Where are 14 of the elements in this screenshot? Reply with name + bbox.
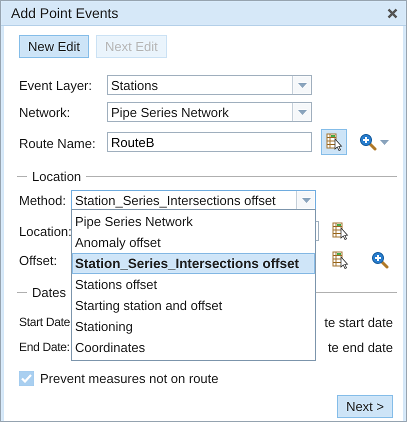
- field-label: Location:: [19, 224, 71, 238]
- section-title: Location: [32, 169, 82, 184]
- field-label: Offset:: [19, 252, 58, 268]
- field-label: Event Layer:: [19, 78, 93, 92]
- field-label: Route Name:: [19, 136, 97, 150]
- checkbox-label: Prevent measures not on route: [40, 371, 218, 386]
- field-label: End Date:: [19, 340, 70, 354]
- option-label: te start date: [324, 314, 393, 330]
- field-label: Method:: [19, 192, 67, 208]
- field-label: Network:: [19, 104, 72, 120]
- window-title: Add Point Events: [11, 5, 118, 21]
- section-title: Dates: [32, 285, 66, 300]
- field-label: Start Date: [19, 315, 70, 329]
- option-label: te end date: [328, 340, 393, 354]
